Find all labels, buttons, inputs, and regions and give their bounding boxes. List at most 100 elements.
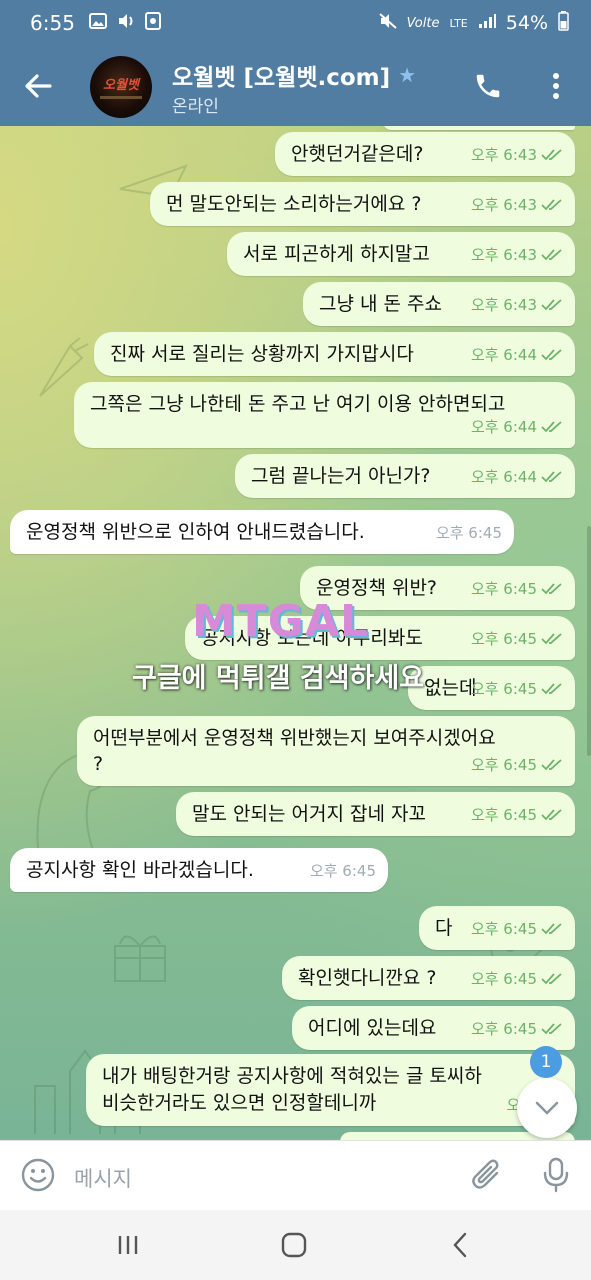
message-time: 오후 6:43 [470,246,537,264]
unread-count-badge[interactable]: 1 [530,1046,562,1078]
phone-icon [476,74,500,98]
message-text: 내가 배팅한거랑 공지사항에 적혀있는 글 토씨하 [102,1065,482,1087]
message-bubble[interactable]: 말도 안되는 어거지 잡네 자꼬 오후 6:45 [176,792,575,836]
avatar-logo-underline [100,96,142,99]
double-check-icon [541,633,562,645]
message-text: 그쪽은 그냥 나한테 돈 주고 난 여기 이용 안하면되고 [90,393,506,415]
message-time: 오후 6:45 [309,862,376,880]
message-time: 오후 6:45 [470,630,537,648]
message-meta: 오후 6:45 [471,752,563,778]
message-input[interactable]: 메시지 [74,1163,132,1193]
call-button[interactable] [470,68,506,104]
battery-level: 54% [505,12,548,34]
message-meta: 오후 6:44 [471,342,563,368]
watermark-logo: MTGAL [192,596,370,647]
message-bubble[interactable]: 그럼 끝나는거 아닌가? 오후 6:44 [235,454,575,498]
status-time: 6:55 [30,11,75,35]
doodle-gift-icon [114,935,166,982]
signal-icon [478,13,496,33]
message-bubble[interactable]: 먼 말도안되는 소리하는거에요 ? 오후 6:43 [150,182,575,226]
emoji-button[interactable] [18,1155,58,1195]
avatar-logo-mark: 오월벳 [103,78,139,93]
message-text: 안햇던거같은데? [291,143,424,165]
message-bubble[interactable]: 그쪽은 그냥 나한테 돈 주고 난 여기 이용 안하면되고 오후 6:44 [74,382,575,448]
watermark-text: 구글에 먹튀갤 검색하세요 [132,663,425,694]
scrollbar[interactable] [587,526,591,756]
message-time: 오후 6:45 [435,524,502,542]
message-bubble[interactable]: 어떤부분에서 운영정책 위반했는지 보여주시겠어요 ? 오후 6:45 [77,716,575,786]
message-meta: 오후 6:43 [471,242,563,268]
message-time: 오후 6:45 [470,580,537,598]
chat-area[interactable]: 안햇던거같은데? 오후 6:43 먼 말도안되는 소리하는거에요 ? 오후 6:… [0,126,591,1140]
message-bubble[interactable]: 내가 배팅한거랑 공지사항에 적혀있는 글 토씨하 비슷한거라도 있으면 인정할… [86,1054,575,1126]
double-check-icon [541,149,562,161]
carrier-label: Volte [406,15,440,31]
double-check-icon [541,923,562,935]
message-text: 다 [435,917,453,939]
message-meta: 오후 6:45 [471,576,563,602]
volume-icon [117,13,135,33]
star-icon: ★ [398,63,417,87]
message-time: 오후 6:45 [470,1020,537,1038]
message-time: 오후 6:45 [470,680,537,698]
double-check-icon [541,249,562,261]
double-check-icon [541,683,562,695]
message-text: 먼 말도안되는 소리하는거에요 ? [166,193,422,215]
avatar[interactable]: 오월벳 [90,56,152,118]
message-bubble[interactable]: 진짜 서로 질리는 상황까지 가지맙시다 오후 6:44 [94,332,575,376]
message-meta: 오후 6:45 [471,626,563,652]
chat-title: 오월벳 [오월벳.com] [172,65,391,91]
message-meta: 오후 6:44 [471,414,563,440]
message-bubble-incoming[interactable]: 공지사항 확인 바라겠습니다. 오후 6:45 [10,848,388,892]
status-bar: 6:55 Volte LTE 54% [0,0,591,46]
message-bubble[interactable]: 어디에 있는데요 오후 6:45 [292,1006,575,1050]
message-bubble[interactable]: 다 오후 6:45 [419,906,575,950]
menu-button[interactable] [538,68,574,104]
message-meta: 오후 6:45 [471,1016,563,1042]
message-time: 오후 6:43 [470,296,537,314]
back-nav-button[interactable] [440,1230,480,1260]
message-bubble-incoming[interactable]: 운영정책 위반으로 인하여 안내드렸습니다. 오후 6:45 [10,510,514,554]
gallery-icon [88,13,107,33]
message-meta: 오후 6:44 [471,464,563,490]
emoji-icon [21,1158,55,1192]
message-meta: 오후 6:43 [471,142,563,168]
message-text: 그냥 내 돈 주쇼 [319,293,442,315]
message-time: 오후 6:43 [470,196,537,214]
arrow-left-icon [25,74,52,98]
double-check-icon [541,583,562,595]
voice-record-button[interactable] [536,1155,576,1195]
message-meta: 오후 6:45 [471,802,563,828]
home-icon [281,1232,307,1258]
scroll-down-button[interactable] [517,1078,577,1138]
double-check-icon [541,349,562,361]
message-time: 오후 6:45 [470,756,537,774]
double-check-icon [541,759,562,771]
attach-button[interactable] [467,1155,507,1195]
message-text: 어디에 있는데요 [308,1017,437,1039]
back-button[interactable] [22,66,56,106]
chevron-down-icon [535,1101,559,1115]
message-text: 운영정책 위반으로 인하여 안내드렸습니다. [26,521,365,543]
more-vert-icon [553,73,559,99]
message-time: 오후 6:45 [470,970,537,988]
message-bubble[interactable]: 안햇던거같은데? 오후 6:43 [275,132,575,176]
message-text: 공지사항 확인 바라겠습니다. [26,859,254,881]
message-bubble[interactable]: 그냥 내 돈 주쇼 오후 6:43 [303,282,575,326]
message-text: 진짜 서로 질리는 상황까지 가지맙시다 [110,343,414,365]
message-time: 오후 6:45 [470,806,537,824]
message-text-line2: ? [93,753,104,775]
home-button[interactable] [274,1230,314,1260]
double-check-icon [541,973,562,985]
chat-title-row[interactable]: 오월벳 [오월벳.com] ★ [172,58,416,92]
battery-icon [558,11,569,35]
message-text: 말도 안되는 어거지 잡네 자꼬 [192,803,426,825]
chat-header: 오월벳 오월벳 [오월벳.com] ★ 온라인 [0,46,591,126]
message-bubble[interactable]: 없는데 오후 6:45 [408,666,575,710]
message-bubble[interactable]: 서로 피곤하게 하지말고 오후 6:43 [227,232,575,276]
message-meta: 오후 6:43 [471,292,563,318]
recent-apps-button[interactable] [108,1230,148,1260]
message-time: 오후 6:44 [470,346,537,364]
message-bubble[interactable]: 확인햇다니깐요 ? 오후 6:45 [282,956,575,1000]
double-check-icon [541,299,562,311]
